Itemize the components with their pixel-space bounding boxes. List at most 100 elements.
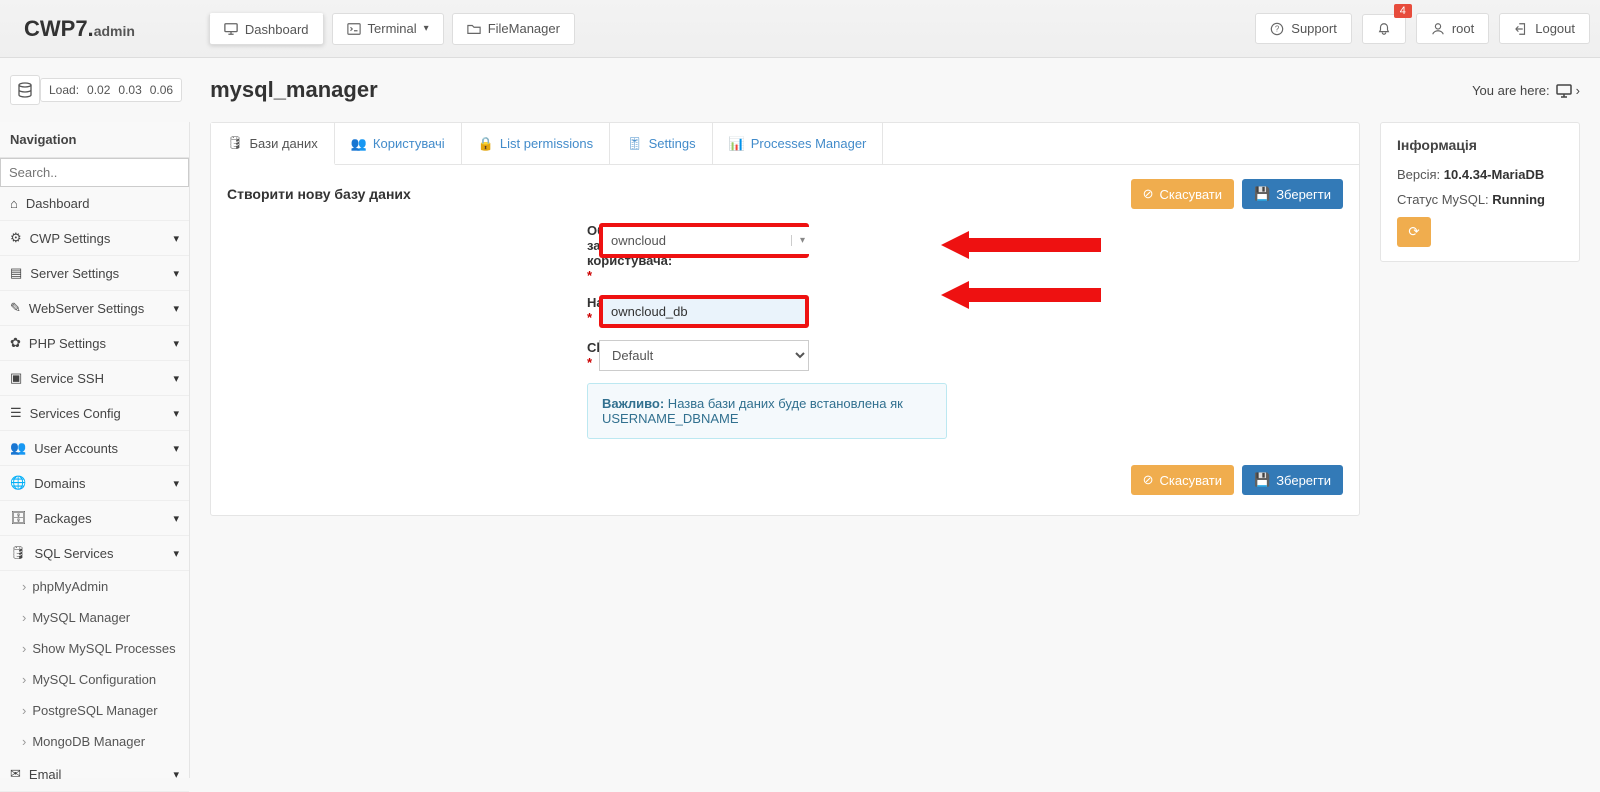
lock-icon: 🔒 (478, 136, 494, 152)
folder-icon (467, 22, 481, 36)
users-icon: 👥 (10, 440, 26, 456)
filemanager-button[interactable]: FileManager (452, 13, 575, 45)
user-icon (1431, 22, 1445, 36)
home-icon: ⌂ (10, 196, 18, 211)
cancel-button-top[interactable]: ⊘Скасувати (1131, 179, 1234, 209)
save-button-bottom[interactable]: 💾Зберегти (1242, 465, 1343, 495)
notifications-button[interactable] (1362, 14, 1406, 44)
nav-sub-mongodb-manager[interactable]: MongoDB Manager (0, 726, 189, 757)
nav-sub-label: phpMyAdmin (32, 579, 108, 594)
notifications-badge: 4 (1394, 4, 1412, 18)
nav-server-settings[interactable]: ▤ Server Settings ▾ (0, 256, 189, 291)
nav-user-accounts[interactable]: 👥 User Accounts ▾ (0, 431, 189, 466)
account-select[interactable]: owncloud ▾ (599, 223, 809, 258)
brand-logo: CWP7.admin (10, 16, 149, 42)
tab-users[interactable]: 👥 Користувачі (335, 123, 462, 164)
wrench-icon: ✎ (10, 300, 21, 316)
tab-list-permissions[interactable]: 🔒List permissions (462, 123, 610, 164)
name-label: Назва: * (227, 295, 599, 325)
chevron-down-icon: ▾ (173, 512, 179, 525)
nav-dashboard[interactable]: ⌂ Dashboard (0, 187, 189, 221)
nav-sub-phpmyadmin[interactable]: phpMyAdmin (0, 571, 189, 602)
nav-label: Email (29, 767, 62, 782)
save-label: Зберегти (1276, 187, 1331, 202)
tabs: 🛢Бази даних 👥 Користувачі 🔒List permissio… (211, 123, 1359, 165)
nav-packages[interactable]: 🗄Packages▾ (0, 501, 189, 536)
chevron-down-icon: ▾ (173, 407, 179, 420)
chevron-right-icon: › (1576, 83, 1580, 98)
load-v2: 0.03 (118, 83, 141, 97)
tab-settings[interactable]: 🎚Settings (610, 123, 713, 164)
user-label: root (1452, 21, 1474, 36)
cancel-button-bottom[interactable]: ⊘Скасувати (1131, 465, 1234, 495)
nav-label: CWP Settings (30, 231, 111, 246)
annotation-arrow (941, 231, 1101, 259)
nav-search-input[interactable] (0, 158, 189, 187)
server-icon: ▤ (10, 265, 22, 281)
dashboard-button[interactable]: Dashboard (209, 13, 324, 45)
alert-strong: Важливо: (602, 396, 664, 411)
support-button[interactable]: ? Support (1255, 13, 1352, 44)
caret-down-icon: ▾ (791, 235, 805, 246)
chevron-down-icon: ▾ (173, 337, 179, 350)
nav-label: Dashboard (26, 196, 90, 211)
brand-main: CWP7. (24, 16, 94, 41)
nav-services-config[interactable]: ☰Services Config▾ (0, 396, 189, 431)
terminal-label: Terminal (368, 21, 417, 36)
form-footer-buttons: ⊘Скасувати 💾Зберегти (227, 439, 1343, 495)
nav-sql-services[interactable]: 🛢 SQL Services ▾ (0, 536, 189, 571)
nav-sub-mysql-configuration[interactable]: MySQL Configuration (0, 664, 189, 695)
nav-php-settings[interactable]: ✿PHP Settings▾ (0, 326, 189, 361)
monitor-icon (224, 22, 238, 36)
logout-button[interactable]: Logout (1499, 13, 1590, 44)
version-label: Версія: (1397, 167, 1444, 182)
info-version: Версія: 10.4.34-MariaDB (1397, 167, 1563, 182)
nav-sub-show-mysql-processes[interactable]: Show MySQL Processes (0, 633, 189, 664)
bell-icon (1377, 22, 1391, 36)
nav-title: Navigation (0, 122, 189, 158)
save-label: Зберегти (1276, 473, 1331, 488)
tab-label: Користувачі (373, 136, 445, 151)
dbname-input[interactable] (603, 299, 805, 324)
nav-label: SQL Services (35, 546, 114, 561)
required-icon: * (587, 355, 592, 370)
tab-databases[interactable]: 🛢Бази даних (211, 123, 335, 165)
logout-icon (1514, 22, 1528, 36)
sliders-icon: 🎚 (626, 136, 643, 152)
dbname-input-wrap (599, 295, 809, 328)
content-area: 🛢Бази даних 👥 Користувачі 🔒List permissio… (190, 122, 1600, 778)
chevron-down-icon: ▾ (173, 547, 179, 560)
tab-processes-manager[interactable]: 📊Processes Manager (713, 123, 884, 164)
charset-select[interactable]: Default (599, 340, 809, 371)
filemanager-label: FileManager (488, 21, 560, 36)
nav-domains[interactable]: 🌐Domains▾ (0, 466, 189, 501)
database-icon: 🛢 (10, 545, 27, 561)
chevron-down-icon: ▾ (173, 442, 179, 455)
nav-sub-postgresql-manager[interactable]: PostgreSQL Manager (0, 695, 189, 726)
nav-service-ssh[interactable]: ▣Service SSH▾ (0, 361, 189, 396)
status-value: Running (1492, 192, 1545, 207)
nav-cwp-settings[interactable]: ⚙CWP Settings▾ (0, 221, 189, 256)
chevron-down-icon: ▾ (173, 232, 179, 245)
load-v1: 0.02 (87, 83, 110, 97)
envelope-icon: ✉ (10, 766, 21, 782)
row-name: Назва: * (227, 295, 1343, 328)
row-account: Обліковий запис користувача: * owncloud … (227, 223, 1343, 283)
terminal-button[interactable]: Terminal ▾ (332, 13, 444, 45)
box-icon: 🗄 (10, 510, 27, 526)
required-icon: * (587, 310, 592, 325)
row-charset: Charset: * Default (227, 340, 1343, 371)
nav-label: Server Settings (30, 266, 119, 281)
nav-sub-mysql-manager[interactable]: MySQL Manager (0, 602, 189, 633)
chevron-down-icon: ▾ (173, 267, 179, 280)
nav-email[interactable]: ✉Email▾ (0, 757, 189, 792)
info-card: Інформація Версія: 10.4.34-MariaDB Стату… (1380, 122, 1580, 262)
users-icon: 👥 (351, 136, 367, 152)
nav-label: User Accounts (34, 441, 118, 456)
refresh-button[interactable]: ⟳ (1397, 217, 1431, 247)
save-button-top[interactable]: 💾Зберегти (1242, 179, 1343, 209)
nav-webserver-settings[interactable]: ✎WebServer Settings▾ (0, 291, 189, 326)
dashboard-label: Dashboard (245, 22, 309, 37)
user-button[interactable]: root (1416, 13, 1489, 44)
nav-sub-label: MySQL Manager (32, 610, 130, 625)
